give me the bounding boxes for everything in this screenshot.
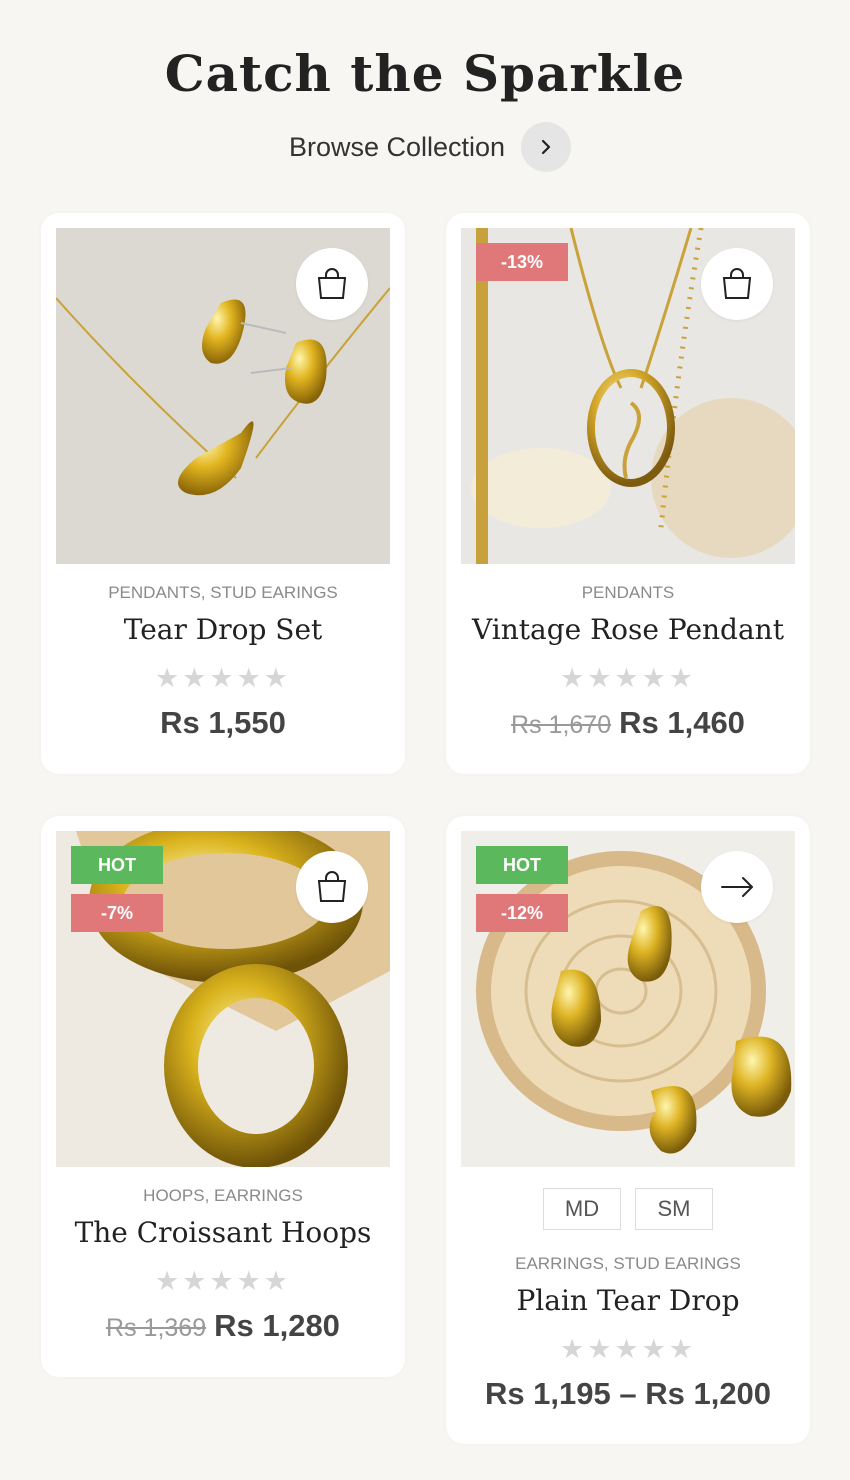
rating-stars: ★★★★★ [559,663,697,693]
current-price-range: Rs 1,195 – Rs 1,200 [484,1376,772,1411]
add-to-cart-button[interactable] [701,248,773,320]
product-card-plain-tear-drop[interactable]: HOT -12% MD SM EARRINGS, STUD EARINGS Pl… [446,816,810,1444]
rating-stars: ★★★★★ [154,663,292,693]
browse-collection-link[interactable]: Browse Collection [0,122,850,172]
discount-badge: -12% [476,894,568,932]
product-image[interactable]: HOT -7% [56,831,390,1167]
product-image[interactable]: HOT -12% [461,831,795,1167]
product-name[interactable]: Vintage Rose Pendant [446,613,810,646]
chevron-right-icon[interactable] [521,122,572,172]
original-price: Rs 1,369 [106,1314,207,1342]
size-option-sm[interactable]: SM [635,1188,713,1230]
product-card-tear-drop-set[interactable]: PENDANTS, STUD EARINGS Tear Drop Set ★★★… [41,213,405,774]
product-card-vintage-rose-pendant[interactable]: -13% PENDANTS Vintage Rose Pendant ★★★★★… [446,213,810,774]
rating-stars: ★★★★★ [154,1266,292,1296]
current-price: Rs 1,280 [214,1308,340,1343]
product-price: Rs 1,670 Rs 1,460 [446,705,810,741]
size-options: MD SM [446,1188,810,1230]
product-card-croissant-hoops[interactable]: HOT -7% HOOPS, EARRINGS The Croissant Ho… [41,816,405,1377]
add-to-cart-button[interactable] [296,851,368,923]
select-options-button[interactable] [701,851,773,923]
add-to-cart-button[interactable] [296,248,368,320]
shopping-bag-icon [317,268,347,299]
discount-badge: -13% [476,243,568,281]
browse-collection-label: Browse Collection [288,131,506,162]
current-price: Rs 1,550 [160,705,286,740]
product-categories[interactable]: EARRINGS, STUD EARINGS [446,1254,810,1274]
discount-badge: -7% [71,894,163,932]
section-title: Catch the Sparkle [164,44,686,103]
rating-stars: ★★★★★ [559,1334,697,1364]
size-option-md[interactable]: MD [543,1188,621,1230]
product-categories[interactable]: PENDANTS, STUD EARINGS [41,583,405,603]
shopping-bag-icon [317,871,347,902]
product-name[interactable]: Plain Tear Drop [446,1284,810,1317]
product-categories[interactable]: PENDANTS [446,583,810,603]
shopping-bag-icon [722,268,752,299]
current-price: Rs 1,460 [619,705,745,740]
hot-badge: HOT [71,846,163,884]
arrow-right-icon [721,877,753,897]
product-categories[interactable]: HOOPS, EARRINGS [41,1186,405,1206]
product-image[interactable]: -13% [461,228,795,564]
product-name[interactable]: Tear Drop Set [41,613,405,646]
product-price: Rs 1,195 – Rs 1,200 [446,1376,810,1412]
product-price: Rs 1,550 [41,705,405,741]
product-name[interactable]: The Croissant Hoops [41,1216,405,1249]
product-image[interactable] [56,228,390,564]
product-price: Rs 1,369 Rs 1,280 [41,1308,405,1344]
hot-badge: HOT [476,846,568,884]
original-price: Rs 1,670 [511,711,612,739]
